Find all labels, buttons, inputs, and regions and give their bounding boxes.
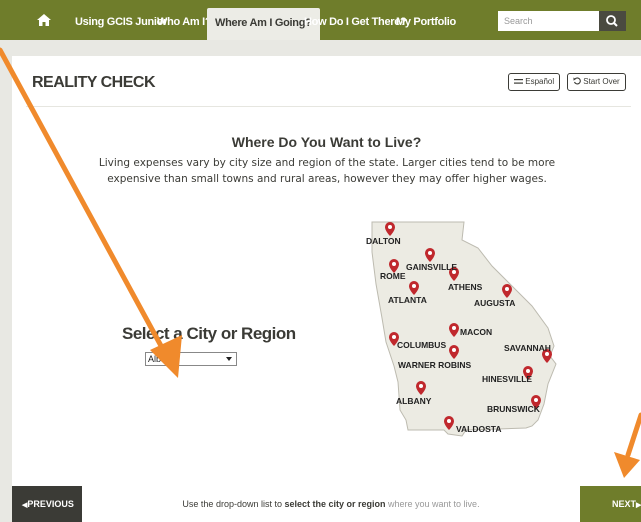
next-button[interactable]: NEXT▶ xyxy=(580,486,641,522)
search-button[interactable] xyxy=(599,11,626,31)
espanol-button[interactable]: Español xyxy=(508,73,561,91)
nav-my-portfolio[interactable]: My Portfolio xyxy=(396,9,456,36)
espanol-label: Español xyxy=(525,77,555,86)
nav-who-am-i[interactable]: Who Am I? xyxy=(157,9,212,36)
city-label-macon[interactable]: MACON xyxy=(460,327,492,337)
city-label-valdosta[interactable]: VALDOSTA xyxy=(456,424,502,434)
city-label-rome[interactable]: ROME xyxy=(380,271,406,281)
select-city-label: Select a City or Region xyxy=(122,324,296,343)
city-label-gainsville[interactable]: GAINSVILLE xyxy=(406,262,457,272)
city-select[interactable]: Albany xyxy=(145,352,237,366)
chevron-down-icon xyxy=(226,357,232,361)
city-label-warner-robins[interactable]: WARNER ROBINS xyxy=(398,360,472,370)
city-label-atlanta[interactable]: ATLANTA xyxy=(388,295,427,305)
instruction-part-1: Use the drop-down list to xyxy=(182,499,285,509)
city-label-augusta[interactable]: AUGUSTA xyxy=(474,298,515,308)
city-label-hinesville[interactable]: HINESVILLE xyxy=(482,374,532,384)
page-title: REALITY CHECK xyxy=(32,74,156,91)
instruction-text: Use the drop-down list to select the cit… xyxy=(82,486,580,522)
top-nav: Using GCIS Junior Who Am I? Where Am I G… xyxy=(0,0,641,40)
start-over-button[interactable]: Start Over xyxy=(567,73,626,91)
next-label: NEXT xyxy=(612,499,637,509)
city-label-columbus[interactable]: COLUMBUS xyxy=(397,340,446,350)
instruction-part-2: select the city or region xyxy=(284,499,386,509)
undo-icon xyxy=(573,77,581,85)
menu-icon xyxy=(514,79,523,84)
georgia-map: DALTON GAINSVILLE ROME ATHENS ATLANTA AU… xyxy=(366,221,557,437)
previous-button[interactable]: ◀PREVIOUS xyxy=(12,486,82,522)
section-headline: Where Do You Want to Live? xyxy=(231,134,422,150)
nav-how-do-i-get-there[interactable]: How Do I Get There? xyxy=(304,9,407,36)
instruction-part-3: where you want to live. xyxy=(385,499,480,509)
nav-where-am-i-going[interactable]: Where Am I Going? xyxy=(207,8,320,40)
city-label-brunswick[interactable]: BRUNSWICK xyxy=(487,404,541,414)
home-icon[interactable] xyxy=(37,14,51,26)
nav-using-gcis-junior[interactable]: Using GCIS Junior xyxy=(75,9,167,36)
search-icon xyxy=(606,15,618,27)
search-input[interactable]: Search xyxy=(498,11,599,31)
city-label-albany[interactable]: ALBANY xyxy=(396,396,432,406)
chevron-right-icon: ▶ xyxy=(636,502,641,509)
start-over-label: Start Over xyxy=(583,77,620,86)
divider xyxy=(26,106,631,107)
section-description: Living expenses vary by city size and re… xyxy=(98,157,556,185)
city-label-dalton[interactable]: DALTON xyxy=(366,236,401,246)
city-label-savannah[interactable]: SAVANNAH xyxy=(504,343,551,353)
content-card: REALITY CHECK Español Start Over Where D… xyxy=(12,56,641,486)
previous-label: PREVIOUS xyxy=(27,499,74,509)
city-select-value: Albany xyxy=(148,354,176,364)
city-label-athens[interactable]: ATHENS xyxy=(448,282,483,292)
